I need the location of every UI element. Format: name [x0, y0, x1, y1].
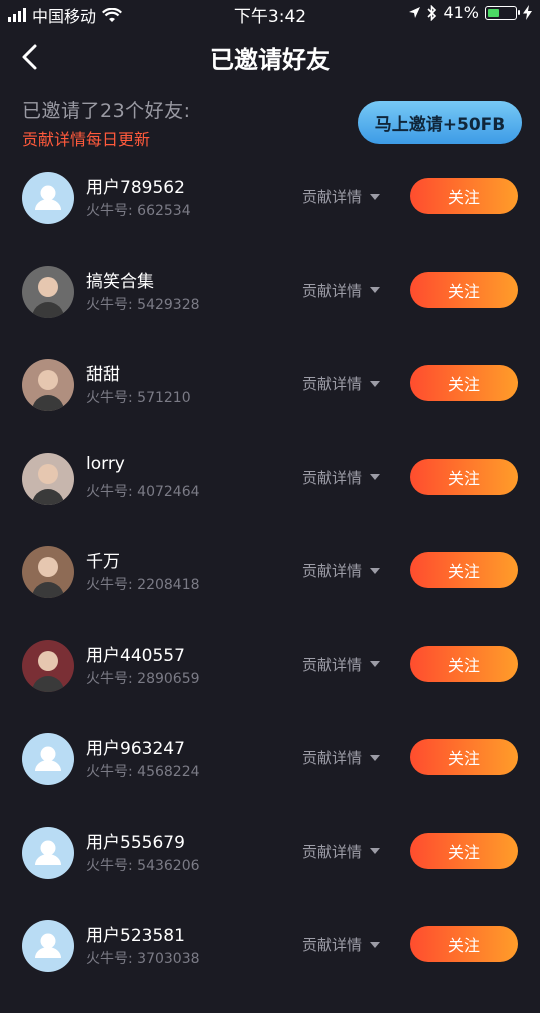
caret-down-icon [370, 567, 381, 574]
follow-button[interactable]: 关注 [410, 271, 518, 308]
contribution-detail-label: 贡献详情 [302, 655, 363, 674]
list-item[interactable]: 用户789562 火牛号: 662534 贡献详情 关注 [0, 172, 540, 265]
default-avatar-icon [35, 746, 61, 771]
avatar-photo-icon [22, 452, 74, 505]
avatar[interactable] [22, 733, 74, 785]
contribution-detail-dropdown[interactable]: 贡献详情 [302, 186, 381, 207]
invite-summary: 已邀请了23个好友: 贡献详情每日更新 [22, 96, 191, 150]
friend-uid: 火牛号: 5436206 [86, 857, 200, 874]
caret-down-icon [370, 287, 381, 293]
follow-button[interactable]: 关注 [410, 458, 518, 495]
follow-button[interactable]: 关注 [410, 739, 518, 775]
avatar[interactable] [22, 639, 74, 692]
bluetooth-icon [427, 4, 437, 21]
contribution-detail-label: 贡献详情 [302, 842, 363, 861]
update-note: 贡献详情每日更新 [22, 130, 151, 149]
contribution-detail-dropdown[interactable]: 贡献详情 [302, 747, 381, 768]
invite-now-button[interactable]: 马上邀请+50FB [358, 101, 522, 144]
contribution-detail-label: 贡献详情 [302, 281, 363, 300]
friend-name: 千万 [86, 552, 120, 572]
list-item[interactable]: 用户523581 火牛号: 3703038 贡献详情 关注 [0, 920, 540, 1013]
caret-down-icon [370, 661, 381, 667]
contribution-detail-label: 贡献详情 [302, 749, 363, 767]
list-item[interactable]: lorry 火牛号: 4072464 贡献详情 关注 [0, 452, 540, 546]
friend-uid: 火牛号: 2890659 [86, 670, 200, 687]
list-item[interactable]: 千万火牛号: 2208418 贡献详情 关注 [0, 546, 540, 639]
default-avatar-icon [35, 840, 61, 865]
contribution-detail-dropdown[interactable]: 贡献详情 [302, 467, 381, 488]
contribution-detail-dropdown[interactable]: 贡献详情 [302, 280, 381, 301]
avatar[interactable] [22, 452, 74, 505]
default-avatar-icon [35, 185, 61, 210]
battery-icon [485, 5, 520, 20]
contribution-detail-dropdown[interactable]: 贡献详情 [302, 841, 381, 862]
friend-name: 用户440557 [86, 645, 185, 666]
avatar[interactable] [22, 826, 74, 879]
avatar[interactable] [22, 359, 74, 411]
friend-name: 用户963247 [86, 739, 185, 759]
friend-uid: 火牛号: 3703038 [86, 951, 200, 967]
avatar[interactable] [22, 546, 74, 598]
contribution-detail-dropdown[interactable]: 贡献详情 [302, 934, 381, 955]
contribution-detail-dropdown[interactable]: 贡献详情 [302, 560, 381, 581]
avatar[interactable] [22, 172, 74, 224]
contribution-detail-label: 贡献详情 [302, 188, 363, 206]
caret-down-icon [370, 380, 381, 387]
caret-down-icon [370, 941, 381, 948]
list-item[interactable]: 搞笑合集火牛号: 5429328 贡献详情 关注 [0, 265, 540, 359]
caret-down-icon [370, 474, 381, 480]
caret-down-icon [370, 754, 381, 761]
follow-button[interactable]: 关注 [410, 552, 518, 588]
friend-name: 搞笑合集 [86, 271, 154, 292]
list-item[interactable]: 用户963247 火牛号: 4568224 贡献详情 关注 [0, 733, 540, 826]
list-item[interactable]: 甜甜火牛号: 571210 贡献详情 关注 [0, 359, 540, 452]
contribution-detail-label: 贡献详情 [302, 562, 363, 580]
friend-name: 用户789562 [86, 178, 185, 198]
friend-name: 甜甜 [86, 365, 120, 385]
caret-down-icon [370, 848, 381, 854]
friend-name: 用户555679 [86, 832, 185, 853]
battery-percent: 41% [443, 3, 479, 22]
nav-bar: 已邀请好友 [0, 34, 540, 80]
status-bar: 中国移动 下午3:42 41% [0, 0, 540, 27]
charging-icon [523, 5, 532, 20]
page-title: 已邀请好友 [210, 46, 330, 74]
avatar[interactable] [22, 920, 74, 972]
friend-name: lorry [86, 453, 125, 474]
avatar-photo-icon [22, 265, 74, 318]
friend-uid: 火牛号: 2208418 [86, 577, 200, 593]
default-avatar-icon [35, 933, 61, 958]
friend-uid: 火牛号: 4568224 [86, 764, 200, 780]
follow-button[interactable]: 关注 [410, 365, 518, 401]
status-right: 41% [408, 3, 532, 22]
avatar-photo-icon [22, 639, 74, 692]
friend-uid: 火牛号: 662534 [86, 203, 191, 219]
avatar-photo-icon [22, 546, 74, 598]
invited-count-text: 已邀请了23个好友: [22, 100, 191, 122]
avatar[interactable] [22, 265, 74, 318]
follow-button[interactable]: 关注 [410, 645, 518, 682]
follow-button[interactable]: 关注 [410, 832, 518, 869]
contribution-detail-label: 贡献详情 [302, 375, 363, 393]
contribution-detail-label: 贡献详情 [302, 468, 363, 487]
follow-button[interactable]: 关注 [410, 178, 518, 214]
friend-uid: 火牛号: 571210 [86, 390, 191, 406]
avatar-photo-icon [22, 359, 74, 411]
contribution-detail-dropdown[interactable]: 贡献详情 [302, 373, 381, 394]
contribution-detail-label: 贡献详情 [302, 936, 363, 954]
list-item[interactable]: 用户555679 火牛号: 5436206 贡献详情 关注 [0, 826, 540, 920]
contribution-detail-dropdown[interactable]: 贡献详情 [302, 654, 381, 675]
caret-down-icon [370, 193, 381, 200]
friend-uid: 火牛号: 5429328 [86, 296, 200, 313]
friend-uid: 火牛号: 4072464 [86, 483, 200, 500]
list-item[interactable]: 用户440557 火牛号: 2890659 贡献详情 关注 [0, 639, 540, 733]
friend-name: 用户523581 [86, 926, 185, 946]
location-icon [409, 7, 421, 18]
